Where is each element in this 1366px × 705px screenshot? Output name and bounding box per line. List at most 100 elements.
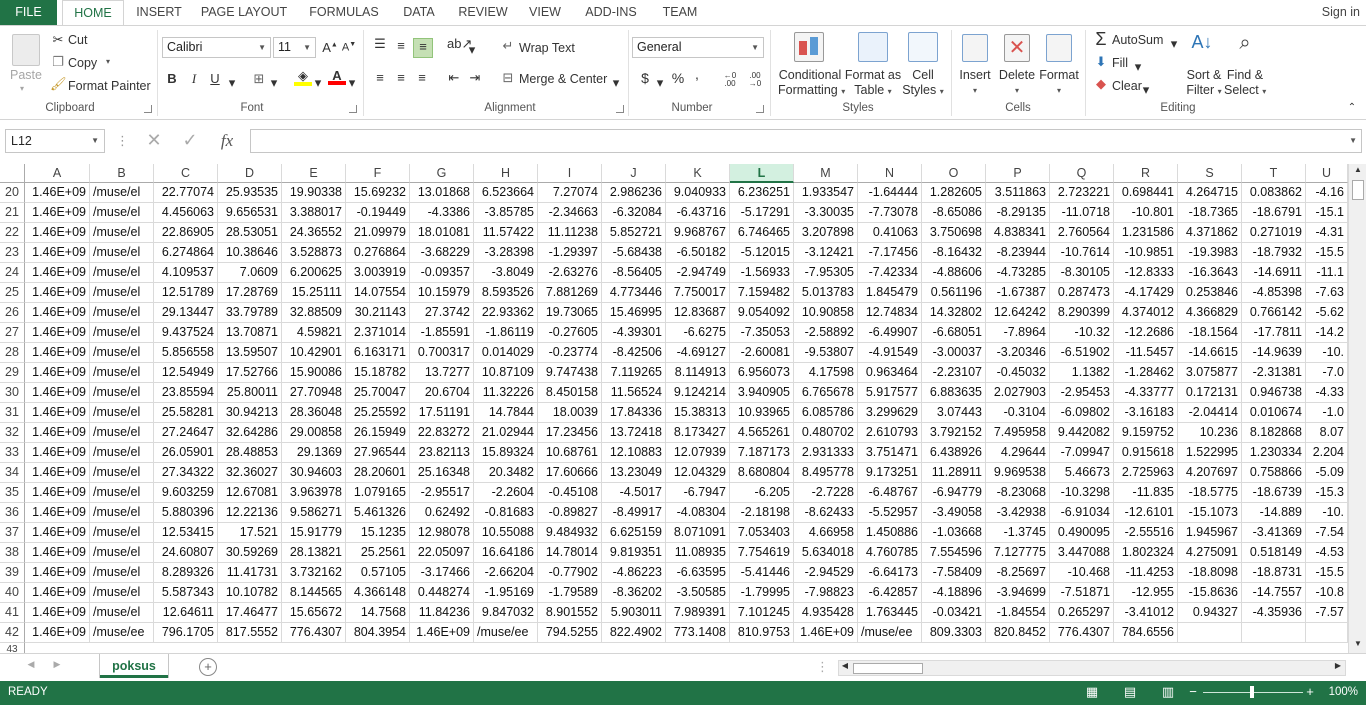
tab-team[interactable]: TEAM (656, 0, 704, 26)
column-header-C[interactable]: C (154, 164, 218, 183)
cell-U37[interactable]: -7.54 (1306, 523, 1348, 543)
cell-K28[interactable]: -4.69127 (666, 343, 730, 363)
cell-F23[interactable]: 0.276864 (346, 243, 410, 263)
cell-O32[interactable]: 3.792152 (922, 423, 986, 443)
cell-M42[interactable]: 1.46E+09 (794, 623, 858, 643)
cell-I31[interactable]: 18.0039 (538, 403, 602, 423)
cell-L34[interactable]: 8.680804 (730, 463, 794, 483)
cell-M39[interactable]: -2.94529 (794, 563, 858, 583)
next-sheet-icon[interactable]: ▶ (52, 659, 62, 670)
cell-H28[interactable]: 0.014029 (474, 343, 538, 363)
cell-F42[interactable]: 804.3954 (346, 623, 410, 643)
cell-Q42[interactable]: 776.4307 (1050, 623, 1114, 643)
cell-B24[interactable]: /muse/el (90, 263, 154, 283)
cell-N32[interactable]: 2.610793 (858, 423, 922, 443)
cell-C32[interactable]: 27.24647 (154, 423, 218, 443)
cell-R32[interactable]: 9.159752 (1114, 423, 1178, 443)
cell-N31[interactable]: 3.299629 (858, 403, 922, 423)
column-header-E[interactable]: E (282, 164, 346, 183)
cell-A41[interactable]: 1.46E+09 (25, 603, 90, 623)
cell-H21[interactable]: -3.85785 (474, 203, 538, 223)
cell-A26[interactable]: 1.46E+09 (25, 303, 90, 323)
tab-insert[interactable]: INSERT (133, 0, 185, 26)
cell-N37[interactable]: 1.450886 (858, 523, 922, 543)
column-header-R[interactable]: R (1114, 164, 1178, 183)
cell-E37[interactable]: 15.91779 (282, 523, 346, 543)
cell-I42[interactable]: 794.5255 (538, 623, 602, 643)
cell-D32[interactable]: 32.64286 (218, 423, 282, 443)
cell-H30[interactable]: 11.32226 (474, 383, 538, 403)
row-header[interactable]: 22 (0, 223, 25, 243)
cell-H22[interactable]: 11.57422 (474, 223, 538, 243)
cell-J41[interactable]: 5.903011 (602, 603, 666, 623)
cell-L30[interactable]: 3.940905 (730, 383, 794, 403)
cell-O25[interactable]: 0.561196 (922, 283, 986, 303)
cell-M32[interactable]: 0.480702 (794, 423, 858, 443)
tab-split-grip-icon[interactable]: ⋮ (816, 659, 829, 675)
row-header[interactable]: 31 (0, 403, 25, 423)
cell-P42[interactable]: 820.8452 (986, 623, 1050, 643)
cell-A20[interactable]: 1.46E+09 (25, 183, 90, 203)
cell-G23[interactable]: -3.68229 (410, 243, 474, 263)
cell-M27[interactable]: -2.58892 (794, 323, 858, 343)
cell-Q20[interactable]: 2.723221 (1050, 183, 1114, 203)
cell-P21[interactable]: -8.29135 (986, 203, 1050, 223)
cell-J20[interactable]: 2.986236 (602, 183, 666, 203)
cell-S24[interactable]: -16.3643 (1178, 263, 1242, 283)
cell-O36[interactable]: -3.49058 (922, 503, 986, 523)
increase-indent-icon[interactable]: ⇥ (466, 70, 484, 86)
fill-color-icon[interactable]: ◈ (294, 68, 312, 86)
cell-N26[interactable]: 12.74834 (858, 303, 922, 323)
cell-U39[interactable]: -15.5 (1306, 563, 1348, 583)
cell-P39[interactable]: -8.25697 (986, 563, 1050, 583)
cell-M36[interactable]: -8.62433 (794, 503, 858, 523)
row-header[interactable]: 21 (0, 203, 25, 223)
cell-J29[interactable]: 7.119265 (602, 363, 666, 383)
cell-G30[interactable]: 20.6704 (410, 383, 474, 403)
align-right-icon[interactable]: ≡ (413, 70, 431, 85)
cell-L33[interactable]: 7.187173 (730, 443, 794, 463)
new-sheet-icon[interactable]: + (199, 658, 217, 676)
cell-D33[interactable]: 28.48853 (218, 443, 282, 463)
cell-M34[interactable]: 8.495778 (794, 463, 858, 483)
cell-U24[interactable]: -11.1 (1306, 263, 1348, 283)
cell-M20[interactable]: 1.933547 (794, 183, 858, 203)
cell-O37[interactable]: -1.03668 (922, 523, 986, 543)
cell-A23[interactable]: 1.46E+09 (25, 243, 90, 263)
cell-L25[interactable]: 7.159482 (730, 283, 794, 303)
cell-M23[interactable]: -3.12421 (794, 243, 858, 263)
cell-S32[interactable]: 10.236 (1178, 423, 1242, 443)
cell-G42[interactable]: 1.46E+09 (410, 623, 474, 643)
cell-R20[interactable]: 0.698441 (1114, 183, 1178, 203)
cell-T35[interactable]: -18.6739 (1242, 483, 1306, 503)
cell-T42[interactable] (1242, 623, 1306, 643)
cell-O30[interactable]: 6.883635 (922, 383, 986, 403)
cell-E24[interactable]: 6.200625 (282, 263, 346, 283)
cell-L31[interactable]: 10.93965 (730, 403, 794, 423)
cell-T29[interactable]: -2.31381 (1242, 363, 1306, 383)
cell-G27[interactable]: -1.85591 (410, 323, 474, 343)
cell-I32[interactable]: 17.23456 (538, 423, 602, 443)
cell-I26[interactable]: 19.73065 (538, 303, 602, 323)
cell-C21[interactable]: 4.456063 (154, 203, 218, 223)
cell-J30[interactable]: 11.56524 (602, 383, 666, 403)
cell-C41[interactable]: 12.64611 (154, 603, 218, 623)
cell-K30[interactable]: 9.124214 (666, 383, 730, 403)
column-header-S[interactable]: S (1178, 164, 1242, 183)
cell-P26[interactable]: 12.64242 (986, 303, 1050, 323)
cell-J26[interactable]: 15.46995 (602, 303, 666, 323)
cell-I23[interactable]: -1.29397 (538, 243, 602, 263)
cell-Q40[interactable]: -7.51871 (1050, 583, 1114, 603)
cell-U23[interactable]: -15.5 (1306, 243, 1348, 263)
row-header[interactable]: 37 (0, 523, 25, 543)
cell-E31[interactable]: 28.36048 (282, 403, 346, 423)
cell-B34[interactable]: /muse/el (90, 463, 154, 483)
row-header[interactable]: 34 (0, 463, 25, 483)
row-header[interactable]: 20 (0, 183, 25, 203)
cell-I36[interactable]: -0.89827 (538, 503, 602, 523)
cell-C40[interactable]: 5.587343 (154, 583, 218, 603)
cell-N25[interactable]: 1.845479 (858, 283, 922, 303)
cell-F27[interactable]: 2.371014 (346, 323, 410, 343)
cell-F35[interactable]: 1.079165 (346, 483, 410, 503)
align-middle-icon[interactable]: ≡ (392, 38, 410, 53)
